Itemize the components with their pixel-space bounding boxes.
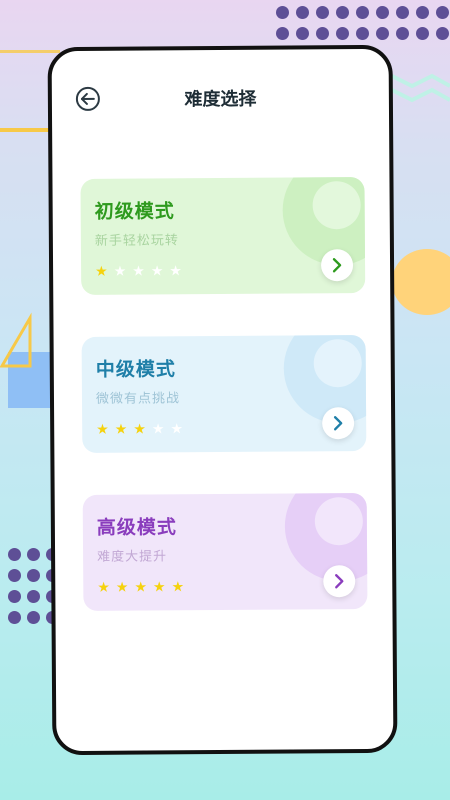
star-filled-icon: ★ [97,579,110,596]
star-empty-icon: ★ [151,421,165,438]
star-empty-icon: ★ [170,421,184,438]
decorative-dot-grid-top [276,6,449,40]
card-decor-circle-small [312,181,361,230]
chevron-right-icon [332,258,342,273]
star-filled-icon: ★ [95,263,108,280]
star-rating: ★ ★ ★ ★ ★ [95,263,182,280]
decorative-circle [392,249,450,315]
mode-subtitle: 难度大提升 [97,549,168,565]
card-decor-circle-small [314,497,364,546]
star-filled-icon: ★ [114,421,128,438]
mode-title: 中级模式 [95,358,176,381]
star-filled-icon: ★ [134,579,148,596]
star-filled-icon: ★ [115,579,129,596]
star-empty-icon: ★ [113,263,127,280]
decorative-zigzag [392,73,450,103]
star-empty-icon: ★ [132,263,145,280]
chevron-right-icon [333,416,343,431]
enter-mode-button[interactable] [322,407,355,440]
star-filled-icon: ★ [152,579,166,596]
star-empty-icon: ★ [169,263,182,280]
star-filled-icon: ★ [171,579,185,596]
star-filled-icon: ★ [133,421,146,438]
mode-subtitle: 微微有点挑战 [95,391,181,407]
star-empty-icon: ★ [150,263,164,280]
mode-title: 高级模式 [96,516,177,539]
mode-title: 初级模式 [94,200,175,223]
phone-frame: 难度选择 初级模式 新手轻松玩转 ★ ★ ★ ★ ★ 中级模式 微微有点挑战 ★ ★ ★ ★ ★… [47,44,398,756]
star-rating: ★ ★ ★ ★ ★ [97,579,185,596]
card-decor-circle-small [313,339,362,388]
page-title: 难度选择 [184,88,257,111]
mode-card-medium[interactable]: 中级模式 微微有点挑战 ★ ★ ★ ★ ★ [81,334,367,453]
star-filled-icon: ★ [96,421,109,438]
mode-card-hard[interactable]: 高级模式 难度大提升 ★ ★ ★ ★ ★ [82,492,368,611]
decorative-line-top [0,50,60,53]
enter-mode-button[interactable] [320,249,354,282]
mode-subtitle: 新手轻松玩转 [94,233,179,249]
mode-card-easy[interactable]: 初级模式 新手轻松玩转 ★ ★ ★ ★ ★ [80,177,366,295]
enter-mode-button[interactable] [323,565,356,598]
chevron-right-icon [335,574,344,589]
star-rating: ★ ★ ★ ★ ★ [96,421,184,438]
header: 难度选择 [52,75,389,121]
decorative-triangle [0,312,32,368]
